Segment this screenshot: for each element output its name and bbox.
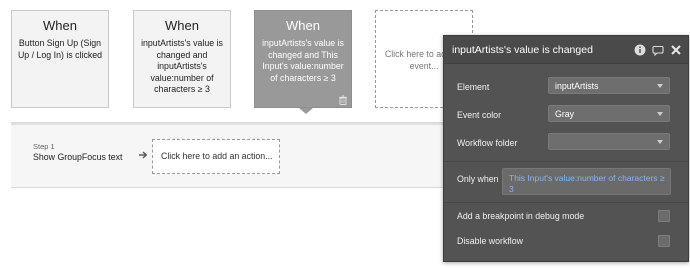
only-when-label: Only when	[457, 174, 499, 184]
event-color-dropdown[interactable]: Gray	[548, 105, 670, 122]
info-icon[interactable]	[634, 44, 646, 56]
event-when-label: When	[165, 18, 199, 33]
workflow-folder-label: Workflow folder	[457, 138, 518, 148]
disable-workflow-checkbox[interactable]	[658, 235, 670, 247]
close-icon[interactable]	[670, 44, 682, 56]
workflow-folder-dropdown[interactable]	[548, 133, 670, 150]
event-when-label: When	[43, 18, 77, 33]
selected-event-pointer	[299, 108, 313, 114]
chevron-down-icon	[657, 84, 663, 88]
panel-divider	[444, 161, 688, 162]
chevron-down-icon	[657, 140, 663, 144]
event-when-label: When	[286, 18, 320, 33]
arrow-right-icon	[139, 151, 148, 159]
event-card-input-changed[interactable]: When inputArtists's value is changed and…	[133, 10, 231, 108]
event-description: inputArtists's value is changed and inpu…	[141, 38, 223, 94]
element-label: Element	[457, 82, 490, 92]
workflow-actions-row: Step 1 Show GroupFocus text Click here t…	[11, 122, 471, 188]
event-card-sign-up[interactable]: When Button Sign Up (Sign Up / Log In) i…	[11, 10, 109, 108]
disable-workflow-label: Disable workflow	[457, 236, 523, 246]
only-when-condition-field[interactable]: This Input's value:number of characters …	[502, 168, 671, 195]
event-color-label: Event color	[457, 110, 502, 120]
panel-title: inputArtists's value is changed	[452, 44, 593, 56]
only-when-condition-text: This Input's value:number of characters …	[509, 173, 665, 194]
breakpoint-label: Add a breakpoint in debug mode	[457, 211, 585, 221]
row-divider	[11, 123, 471, 125]
event-description: Button Sign Up (Sign Up / Log In) is cli…	[17, 38, 103, 60]
panel-divider	[444, 202, 688, 203]
event-description: inputArtists's value is changed and This…	[262, 38, 344, 83]
event-color-value: Gray	[555, 109, 575, 119]
step-number: Step 1	[33, 142, 55, 151]
event-properties-panel: inputArtists's value is changed Element …	[443, 35, 689, 262]
chevron-down-icon	[657, 112, 663, 116]
comment-icon[interactable]	[652, 44, 664, 56]
breakpoint-checkbox[interactable]	[658, 210, 670, 222]
element-dropdown[interactable]: inputArtists	[548, 77, 670, 94]
event-card-selected[interactable]: When inputArtists's value is changed and…	[254, 10, 352, 108]
add-action-button[interactable]: Click here to add an action...	[152, 139, 280, 174]
element-value: inputArtists	[555, 81, 599, 91]
step-action-name[interactable]: Show GroupFocus text	[33, 152, 122, 162]
trash-icon[interactable]	[338, 95, 348, 105]
panel-header: inputArtists's value is changed	[444, 36, 688, 64]
